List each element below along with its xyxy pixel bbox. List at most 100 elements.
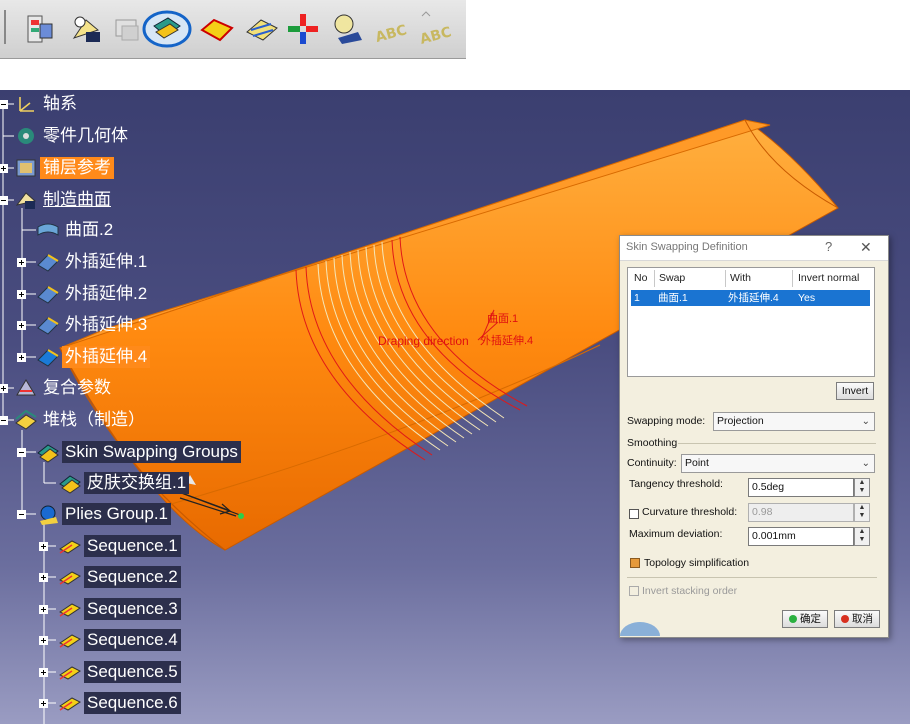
producibility-icon[interactable] xyxy=(243,10,281,48)
tree-label: Sequence.6 xyxy=(84,692,181,714)
tree-label: 曲面.2 xyxy=(65,220,114,239)
cancel-icon xyxy=(841,615,850,624)
tree-node-sequence-5[interactable]: Sequence.5 xyxy=(58,660,181,684)
invert-stacking-order-checkbox[interactable] xyxy=(629,586,639,596)
tangency-spinner[interactable]: ▲ ▼ xyxy=(854,478,870,497)
extrapol-annotation: 外插延伸.4 xyxy=(480,335,534,347)
cell-no: 1 xyxy=(634,292,640,304)
help-icon[interactable]: ? xyxy=(825,239,832,254)
expand-icon[interactable] xyxy=(39,542,48,551)
table-row[interactable]: 1 曲面.1 外插延伸.4 Yes xyxy=(631,290,870,306)
tree-node-sequence-1[interactable]: Sequence.1 xyxy=(58,534,181,558)
text-abc-2-icon[interactable]: ABC xyxy=(416,10,454,48)
svg-text:ABC: ABC xyxy=(374,22,409,46)
ply-table-icon[interactable] xyxy=(20,10,58,48)
ply-exploder-icon[interactable] xyxy=(68,10,106,48)
tree-node-sequence-2[interactable]: Sequence.2 xyxy=(58,565,181,589)
tree-node-extrapol-4[interactable]: 外插延伸.4 xyxy=(36,345,151,369)
cell-with: 外插延伸.4 xyxy=(728,292,779,304)
skin-swapping-icon[interactable] xyxy=(142,10,192,48)
toolbar-grip[interactable] xyxy=(4,10,6,44)
tree-label: 皮肤交换组.1 xyxy=(84,472,190,494)
sequence-icon xyxy=(59,540,81,554)
dialog-title-bar[interactable]: Skin Swapping Definition ? ✕ xyxy=(620,236,888,261)
dialog-title: Skin Swapping Definition xyxy=(626,241,748,253)
cancel-button[interactable]: 取消 xyxy=(834,610,880,628)
column-header-invert-normal[interactable]: Invert normal xyxy=(794,270,872,287)
tree-label: Sequence.5 xyxy=(84,661,181,683)
tangency-threshold-label: Tangency threshold: xyxy=(629,478,723,490)
core-sampling-icon[interactable] xyxy=(108,10,146,48)
sequence-icon xyxy=(59,666,81,680)
tree-node-manufacturing-surface[interactable]: 制造曲面 xyxy=(14,188,114,212)
collapse-icon[interactable] xyxy=(0,416,8,425)
text-abc-icon[interactable]: ABC xyxy=(372,10,410,48)
expand-icon[interactable] xyxy=(17,321,26,330)
surface-icon xyxy=(37,223,59,236)
draping-direction-annotation: Draping direction xyxy=(378,334,469,348)
tree-node-extrapol-2[interactable]: 外插延伸.2 xyxy=(36,282,150,306)
tree-label: 轴系 xyxy=(43,94,77,113)
maximum-deviation-input[interactable]: 0.001mm xyxy=(748,527,854,546)
expand-icon[interactable] xyxy=(39,636,48,645)
curvature-spinner[interactable]: ▲ ▼ xyxy=(854,503,870,522)
curvature-threshold-input[interactable]: 0.98 xyxy=(748,503,854,522)
tree-label: 外插延伸.4 xyxy=(62,346,151,368)
tree-node-axis-system[interactable]: 轴系 xyxy=(14,92,80,116)
expand-icon[interactable] xyxy=(17,258,26,267)
tree-node-layup-reference[interactable]: 铺层参考 xyxy=(14,156,114,180)
expand-icon[interactable] xyxy=(39,699,48,708)
expand-icon[interactable] xyxy=(39,573,48,582)
tree-node-stacking-manufacturing[interactable]: 堆栈（制造） xyxy=(14,408,148,432)
tree-node-sequence-4[interactable]: Sequence.4 xyxy=(58,628,181,652)
collapse-icon[interactable] xyxy=(0,196,8,205)
close-icon[interactable]: ✕ xyxy=(860,239,872,256)
tree-node-extrapol-3[interactable]: 外插延伸.3 xyxy=(36,313,150,337)
extrapolate-icon xyxy=(37,286,59,304)
tree-node-part-body[interactable]: 零件几何体 xyxy=(14,124,131,148)
tree-node-skin-swapping-group-1[interactable]: 皮肤交换组.1 xyxy=(58,471,190,495)
swapping-mode-label: Swapping mode: xyxy=(627,415,706,427)
tree-label: 制造曲面 xyxy=(43,190,111,209)
stacking-icon[interactable] xyxy=(328,10,366,48)
extrapolate-icon xyxy=(37,254,59,272)
expand-icon[interactable] xyxy=(17,353,26,362)
ok-button[interactable]: 确定 xyxy=(782,610,828,628)
column-header-swap[interactable]: Swap xyxy=(655,270,726,287)
extrapolate-icon xyxy=(37,317,59,335)
expand-icon[interactable] xyxy=(0,100,8,109)
tree-node-sequence-3[interactable]: Sequence.3 xyxy=(58,597,181,621)
tree-node-composite-parameters[interactable]: 复合参数 xyxy=(14,376,114,400)
expand-icon[interactable] xyxy=(39,605,48,614)
expand-icon[interactable] xyxy=(39,668,48,677)
cell-swap: 曲面.1 xyxy=(658,292,688,304)
expand-icon[interactable] xyxy=(17,290,26,299)
tree-node-extrapol-1[interactable]: 外插延伸.1 xyxy=(36,250,150,274)
maximum-deviation-spinner[interactable]: ▲ ▼ xyxy=(854,527,870,546)
rosette-icon[interactable] xyxy=(284,10,322,48)
axis-system-icon xyxy=(19,97,34,112)
collapse-icon[interactable] xyxy=(17,510,26,519)
continuity-select[interactable]: Point ⌄ xyxy=(681,454,875,473)
tree-label: Skin Swapping Groups xyxy=(62,441,241,463)
expand-icon[interactable] xyxy=(0,164,8,173)
invert-button[interactable]: Invert xyxy=(836,382,874,400)
flatten-icon[interactable] xyxy=(198,10,236,48)
tree-label: 外插延伸.3 xyxy=(65,315,148,334)
tree-node-plies-group-1[interactable]: Plies Group.1 xyxy=(36,502,171,526)
tangency-threshold-input[interactable]: 0.5deg xyxy=(748,478,854,497)
tree-node-surface-2[interactable]: 曲面.2 xyxy=(36,218,116,242)
column-header-with[interactable]: With xyxy=(726,270,793,287)
tree-node-sequence-6[interactable]: Sequence.6 xyxy=(58,691,181,715)
topology-simplification-label: Topology simplification xyxy=(644,557,750,569)
collapse-icon[interactable] xyxy=(17,448,26,457)
column-header-no[interactable]: No xyxy=(630,270,655,287)
swap-table[interactable]: No Swap With Invert normal 1 曲面.1 外插延伸.4… xyxy=(627,267,875,377)
expand-icon[interactable] xyxy=(0,384,8,393)
tree-label: Sequence.4 xyxy=(84,629,181,651)
curvature-threshold-checkbox[interactable] xyxy=(629,509,639,519)
tree-node-skin-swapping-groups[interactable]: Skin Swapping Groups xyxy=(36,440,241,464)
topology-simplification-checkbox[interactable] xyxy=(630,558,640,568)
swapping-mode-select[interactable]: Projection ⌄ xyxy=(713,412,875,431)
plies-group-icon xyxy=(40,505,58,525)
